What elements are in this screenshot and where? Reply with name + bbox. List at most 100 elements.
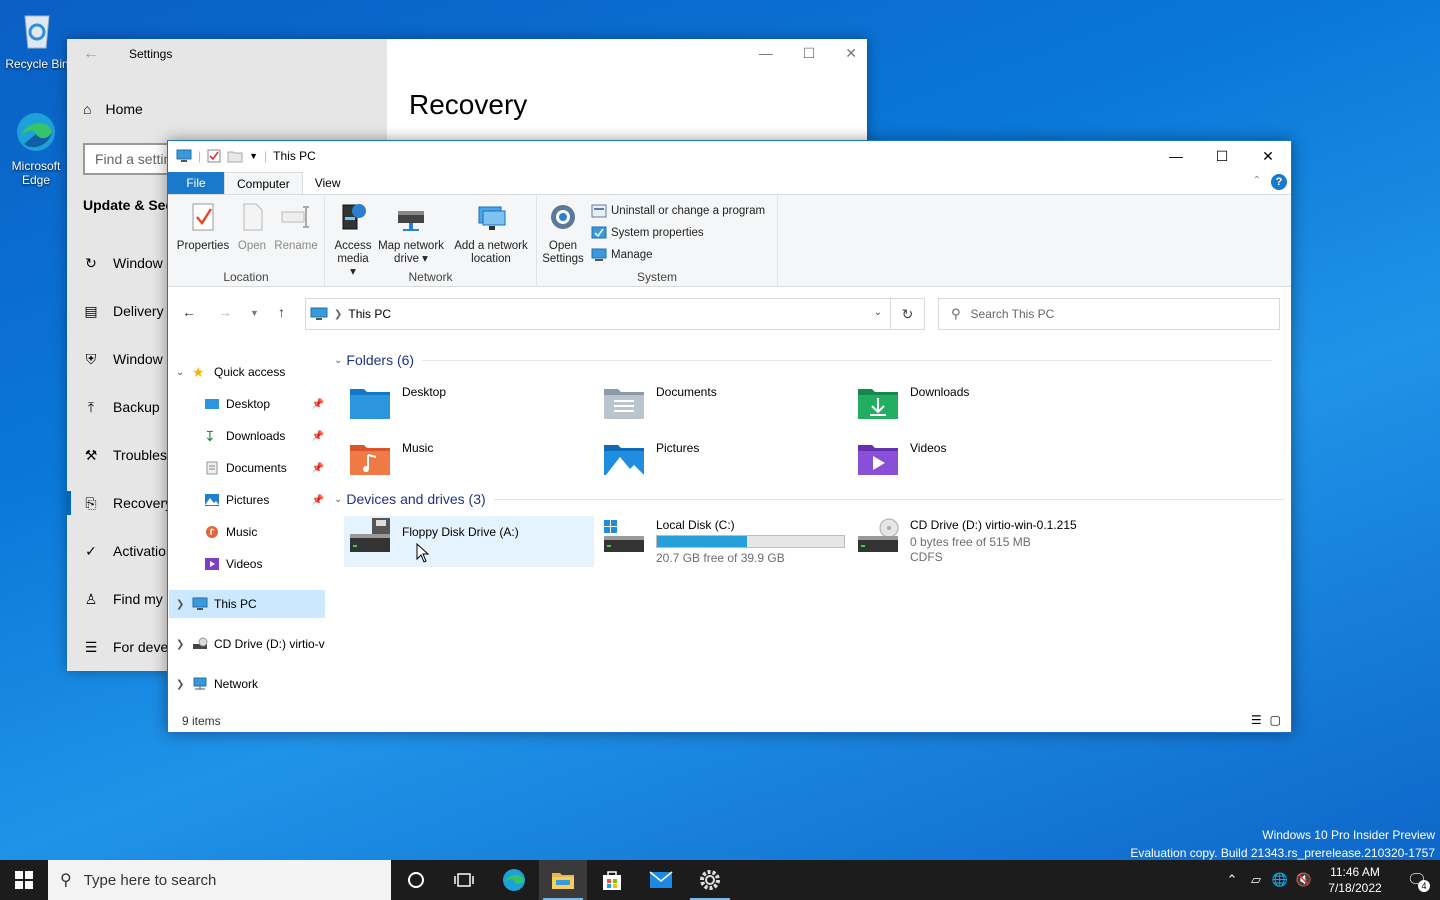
- nav-cd-drive[interactable]: ❯ CD Drive (D:) virtio-v: [176, 632, 325, 656]
- nav-this-pc[interactable]: ❯ This PC: [176, 592, 257, 616]
- folder-documents[interactable]: Documents: [602, 385, 717, 421]
- help-icon[interactable]: ?: [1271, 174, 1287, 190]
- nav-label: Window: [113, 351, 163, 367]
- maximize-icon[interactable]: ☐: [803, 45, 816, 62]
- up-arrow-icon[interactable]: ↑: [278, 304, 285, 320]
- settings-nav-windows-update[interactable]: ↻ Window: [83, 251, 163, 275]
- properties-button[interactable]: Properties: [176, 201, 230, 253]
- settings-nav-activation[interactable]: ✓ Activatio: [83, 539, 166, 563]
- chevron-up-icon[interactable]: ⌃: [1220, 872, 1244, 888]
- settings-nav-windows-security[interactable]: ⛨ Window: [83, 347, 163, 371]
- forward-arrow-icon[interactable]: →: [218, 304, 232, 320]
- manage-button[interactable]: Manage: [591, 248, 653, 262]
- taskbar-store[interactable]: [588, 860, 636, 900]
- close-button[interactable]: ✕: [1245, 141, 1291, 171]
- properties-icon[interactable]: [207, 149, 221, 163]
- settings-nav-recovery[interactable]: ⎘ Recovery: [83, 491, 172, 515]
- refresh-button[interactable]: ↻: [891, 298, 925, 330]
- nav-item-downloads[interactable]: ↧ Downloads 📌: [204, 424, 324, 448]
- minimize-button[interactable]: —: [1153, 141, 1199, 171]
- nav-item-desktop[interactable]: Desktop 📌: [204, 392, 324, 416]
- chevron-down-icon[interactable]: ⌄: [176, 367, 186, 378]
- map-network-drive-button[interactable]: Map network drive ▾: [375, 201, 447, 266]
- watermark-line: Windows 10 Pro Insider Preview: [1262, 828, 1435, 842]
- maximize-button[interactable]: ☐: [1199, 141, 1245, 171]
- volume-muted-icon[interactable]: 🔇: [1292, 872, 1316, 888]
- settings-nav-developers[interactable]: ☰ For deve: [83, 635, 169, 659]
- details-view-icon[interactable]: ☰: [1251, 713, 1262, 727]
- drive-local-c[interactable]: Local Disk (C:) 20.7 GB free of 39.9 GB: [602, 518, 845, 565]
- open-button[interactable]: Open: [234, 201, 270, 253]
- nav-item-documents[interactable]: Documents 📌: [204, 456, 324, 480]
- large-icons-view-icon[interactable]: ▢: [1270, 713, 1281, 727]
- folder-label: Music: [402, 441, 434, 455]
- customize-qat-icon[interactable]: ▼: [249, 151, 258, 161]
- desktop-icon-edge[interactable]: Microsoft Edge: [1, 110, 71, 187]
- network-globe-icon[interactable]: 🌐: [1268, 872, 1292, 888]
- address-text[interactable]: This PC: [348, 307, 391, 321]
- taskbar-edge[interactable]: [490, 860, 538, 900]
- action-center-button[interactable]: 🗨 4: [1394, 860, 1440, 900]
- taskbar-settings[interactable]: [686, 860, 734, 900]
- settings-nav-delivery[interactable]: ▤ Delivery: [83, 299, 163, 323]
- new-folder-icon[interactable]: [227, 149, 243, 163]
- open-settings-button[interactable]: Open Settings: [541, 201, 585, 266]
- folder-pictures[interactable]: Pictures: [602, 441, 699, 477]
- chevron-down-icon[interactable]: ⌄: [334, 494, 342, 505]
- chevron-right-icon[interactable]: ❯: [176, 599, 186, 610]
- system-properties-button[interactable]: System properties: [591, 226, 704, 240]
- back-arrow-icon[interactable]: ←: [182, 304, 196, 320]
- cortana-button[interactable]: [392, 860, 440, 900]
- chevron-right-icon[interactable]: ❯: [176, 679, 186, 690]
- folder-music[interactable]: Music: [348, 441, 433, 477]
- tab-computer[interactable]: Computer: [224, 171, 303, 195]
- rename-button[interactable]: Rename: [272, 201, 320, 253]
- nav-network[interactable]: ❯ Network: [176, 672, 258, 696]
- task-view-button[interactable]: [440, 860, 488, 900]
- windows-logo-icon: [15, 871, 33, 889]
- access-media-button[interactable]: Access media ▾: [333, 201, 373, 279]
- chevron-down-icon[interactable]: ⌄: [874, 307, 882, 318]
- chevron-right-icon[interactable]: ❯: [334, 309, 342, 320]
- collapse-ribbon-icon[interactable]: ⌃: [1253, 175, 1261, 186]
- address-bar[interactable]: ❯ This PC ⌄: [305, 298, 891, 330]
- minimize-icon[interactable]: —: [759, 45, 773, 62]
- clock[interactable]: 11:46 AM 7/18/2022: [1316, 864, 1394, 896]
- tab-file[interactable]: File: [168, 172, 224, 194]
- pin-icon[interactable]: 📌: [312, 399, 324, 410]
- folder-videos[interactable]: Videos: [856, 441, 946, 477]
- drive-floppy[interactable]: Floppy Disk Drive (A:): [348, 518, 519, 554]
- nav-item-videos[interactable]: Videos: [204, 552, 262, 576]
- tab-view[interactable]: View: [303, 172, 353, 194]
- recent-locations-icon[interactable]: ▼: [250, 308, 259, 318]
- pin-icon[interactable]: 📌: [312, 495, 324, 506]
- start-button[interactable]: [0, 860, 48, 900]
- settings-home-link[interactable]: ⌂ Home: [83, 101, 143, 117]
- taskbar-mail[interactable]: [637, 860, 685, 900]
- search-input[interactable]: ⚲ Search This PC: [938, 298, 1280, 330]
- devices-group-header[interactable]: ⌄ Devices and drives (3): [334, 491, 1284, 507]
- nav-quick-access[interactable]: ⌄ ★ Quick access: [176, 360, 285, 384]
- close-icon[interactable]: ✕: [845, 45, 857, 62]
- settings-nav-backup[interactable]: ⤒ Backup: [83, 395, 160, 419]
- device-icon[interactable]: ▱: [1244, 872, 1268, 888]
- drive-cd-d[interactable]: CD Drive (D:) virtio-win-0.1.215 0 bytes…: [856, 518, 1077, 564]
- taskbar-search-input[interactable]: ⚲ Type here to search: [48, 860, 391, 900]
- pin-icon[interactable]: 📌: [312, 463, 324, 474]
- taskbar-file-explorer[interactable]: [539, 860, 587, 900]
- chevron-down-icon[interactable]: ⌄: [334, 355, 342, 366]
- folder-downloads[interactable]: Downloads: [856, 385, 969, 421]
- nav-item-pictures[interactable]: Pictures 📌: [204, 488, 324, 512]
- uninstall-program-button[interactable]: Uninstall or change a program: [591, 204, 765, 218]
- folder-desktop[interactable]: Desktop: [348, 385, 446, 421]
- settings-nav-find-my-device[interactable]: ♙ Find my: [83, 587, 163, 611]
- folders-group-header[interactable]: ⌄ Folders (6): [334, 352, 1273, 368]
- chevron-right-icon[interactable]: ❯: [176, 639, 186, 650]
- pin-icon[interactable]: 📌: [312, 431, 324, 442]
- back-arrow-icon[interactable]: ←: [83, 45, 99, 63]
- desktop-icon-recycle-bin[interactable]: Recycle Bin: [2, 8, 72, 71]
- settings-nav-troubleshoot[interactable]: ⚒ Troubles: [83, 443, 167, 467]
- rename-icon: [281, 206, 309, 228]
- nav-item-music[interactable]: Music: [204, 520, 257, 544]
- add-network-location-button[interactable]: Add a network location: [449, 201, 533, 266]
